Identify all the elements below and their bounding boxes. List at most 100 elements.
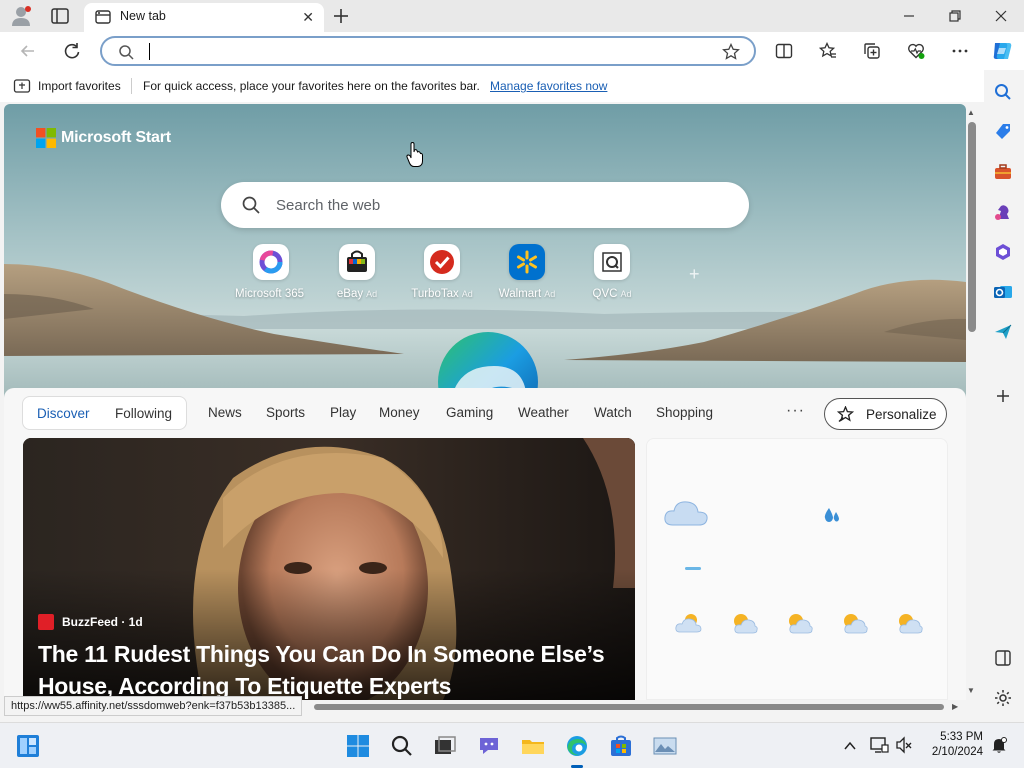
quick-link-turbotax[interactable]: TurboTax Ad	[394, 244, 490, 314]
send-drop-icon[interactable]	[993, 322, 1013, 342]
games-chess-icon[interactable]	[993, 202, 1013, 222]
category-play[interactable]: Play	[330, 405, 356, 420]
category-watch[interactable]: Watch	[594, 405, 632, 420]
forecast-selection-indicator	[685, 567, 701, 570]
search-icon	[119, 45, 134, 60]
shopping-tag-icon[interactable]	[993, 122, 1013, 142]
microsoft-logo-icon	[36, 128, 56, 148]
category-sports[interactable]: Sports	[266, 405, 305, 420]
favorites-hint: For quick access, place your favorites h…	[143, 79, 480, 93]
add-shortcut-button[interactable]: +	[689, 264, 700, 285]
vertical-scrollbar[interactable]: ▲ ▼	[966, 104, 978, 700]
add-sidebar-app-icon[interactable]	[993, 386, 1013, 406]
profile-icon[interactable]	[10, 5, 32, 27]
category-shopping[interactable]: Shopping	[656, 405, 713, 420]
edge-sidebar	[984, 70, 1024, 716]
horizontal-scroll-thumb[interactable]	[314, 704, 944, 710]
category-gaming[interactable]: Gaming	[446, 405, 493, 420]
search-icon[interactable]	[993, 82, 1013, 102]
story-source: BuzzFeed · 1d	[62, 615, 143, 629]
story-headline[interactable]: The 11 Rudest Things You Can Do In Someo…	[38, 638, 628, 700]
tab-new-tab[interactable]: New tab ✕	[84, 3, 324, 32]
ad-badge: Ad	[620, 289, 632, 299]
category-money[interactable]: Money	[379, 405, 420, 420]
quick-link-label: Microsoft 365	[234, 288, 305, 300]
widgets-icon[interactable]	[16, 734, 40, 758]
feed-tab-switcher: Discover Following	[22, 396, 187, 430]
quick-link-walmart[interactable]: Walmart Ad	[479, 244, 575, 314]
split-screen-icon[interactable]	[775, 42, 793, 60]
network-monitor-icon[interactable]	[869, 736, 889, 754]
ad-badge: Ad	[461, 289, 473, 299]
manage-favorites-link[interactable]: Manage favorites now	[490, 79, 607, 93]
scroll-right-arrow-icon[interactable]: ▶	[952, 702, 958, 711]
file-explorer-icon[interactable]	[521, 734, 545, 758]
favorite-star-icon[interactable]	[722, 43, 740, 61]
refresh-button[interactable]	[62, 41, 82, 61]
minimize-button[interactable]	[899, 6, 919, 26]
windows-taskbar: 5:33 PM 2/10/2024	[0, 722, 1024, 768]
personalize-label: Personalize	[866, 407, 937, 422]
category-weather[interactable]: Weather	[518, 405, 569, 420]
microsoft-365-icon[interactable]	[993, 242, 1013, 262]
quick-link-label: TurboTax	[411, 288, 459, 300]
volume-muted-icon[interactable]	[895, 736, 913, 754]
taskbar-search-icon[interactable]	[390, 734, 414, 758]
sidebar-settings-gear-icon[interactable]	[993, 688, 1013, 708]
weather-card[interactable]	[646, 438, 948, 700]
web-search-box[interactable]: Search the web	[221, 182, 749, 228]
partly-sunny-icon	[789, 614, 813, 634]
task-view-icon[interactable]	[433, 734, 457, 758]
quick-link-microsoft-365[interactable]: Microsoft 365	[223, 244, 319, 314]
new-tab-button[interactable]	[330, 5, 352, 27]
favorites-icon[interactable]	[819, 42, 837, 60]
ebay-icon	[339, 244, 375, 280]
quick-link-label: QVC	[592, 288, 618, 300]
turbotax-icon	[424, 244, 460, 280]
back-button[interactable]	[18, 41, 38, 61]
tools-briefcase-icon[interactable]	[993, 162, 1013, 182]
category-news[interactable]: News	[208, 405, 242, 420]
tab-actions-icon[interactable]	[50, 7, 70, 25]
ad-badge: Ad	[544, 289, 556, 299]
outlook-icon[interactable]	[993, 282, 1013, 302]
show-hidden-icons-icon[interactable]	[843, 740, 857, 752]
import-favorites-button[interactable]: Import favorites	[38, 79, 121, 93]
browser-essentials-icon[interactable]	[907, 42, 925, 60]
close-window-button[interactable]	[991, 6, 1011, 26]
quick-link-label: eBay	[336, 288, 364, 300]
personalize-button[interactable]: Personalize	[824, 398, 947, 430]
collections-icon[interactable]	[863, 42, 881, 60]
restore-button[interactable]	[945, 6, 965, 26]
ad-badge: Ad	[366, 289, 378, 299]
cloudy-weather-icon	[664, 501, 708, 526]
partly-sunny-icon	[899, 614, 923, 634]
tab-discover[interactable]: Discover	[37, 406, 90, 421]
copilot-icon[interactable]	[990, 39, 1014, 63]
scroll-down-arrow-icon[interactable]: ▼	[967, 686, 975, 695]
photos-app-icon[interactable]	[653, 734, 677, 758]
address-bar[interactable]	[100, 36, 756, 66]
title-bar: New tab ✕	[0, 0, 1024, 32]
windows-start-icon[interactable]	[346, 734, 370, 758]
browser-toolbar	[0, 32, 1024, 70]
scroll-up-arrow-icon[interactable]: ▲	[967, 108, 975, 117]
top-story-card[interactable]: BuzzFeed · 1d The 11 Rudest Things You C…	[23, 438, 635, 700]
tab-following[interactable]: Following	[115, 406, 172, 421]
quick-link-qvc[interactable]: QVC Ad	[564, 244, 660, 314]
more-categories-button[interactable]: ···	[786, 402, 805, 420]
microsoft-store-icon[interactable]	[609, 734, 633, 758]
notifications-icon[interactable]	[990, 736, 1008, 754]
vertical-scroll-thumb[interactable]	[968, 122, 976, 332]
quick-link-ebay[interactable]: eBay Ad	[309, 244, 405, 314]
partly-sunny-icon	[844, 614, 868, 634]
chat-teams-icon[interactable]	[477, 734, 501, 758]
search-placeholder: Search the web	[276, 197, 381, 214]
favorites-bar: Import favorites For quick access, place…	[0, 70, 984, 102]
text-caret	[149, 43, 150, 60]
settings-and-more-icon[interactable]	[951, 42, 969, 60]
hide-sidebar-icon[interactable]	[993, 648, 1013, 668]
system-clock[interactable]: 5:33 PM 2/10/2024	[925, 730, 983, 760]
edge-browser-icon[interactable]	[565, 734, 589, 758]
close-tab-icon[interactable]: ✕	[302, 9, 314, 26]
